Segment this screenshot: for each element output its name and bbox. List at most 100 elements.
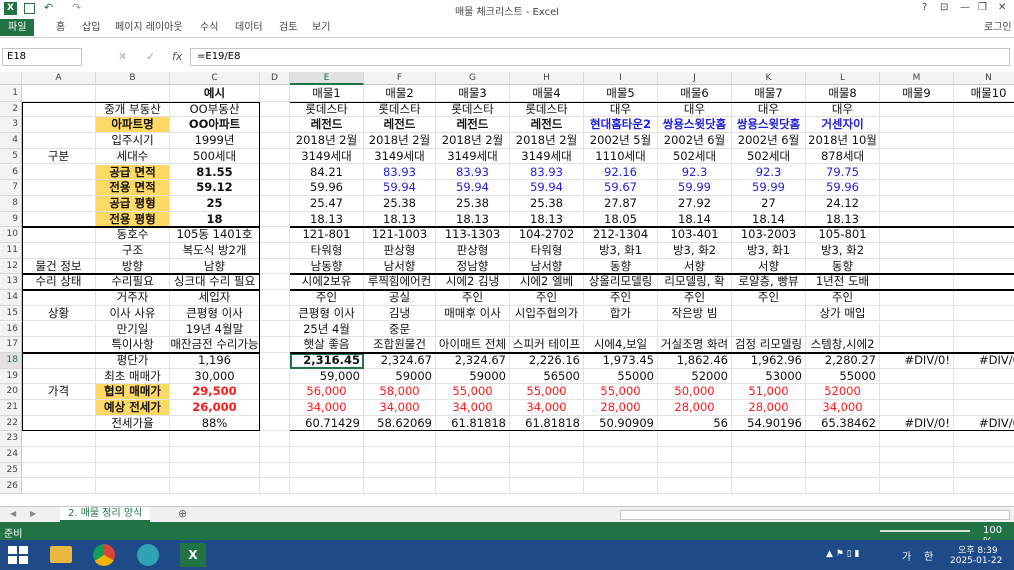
col-header-A[interactable]: A xyxy=(22,72,96,85)
tab-home[interactable]: 홈 xyxy=(56,19,65,36)
cell[interactable] xyxy=(510,462,584,479)
cell[interactable] xyxy=(880,478,954,495)
cell[interactable] xyxy=(96,447,170,463)
cell[interactable] xyxy=(954,463,1014,479)
minimize-button[interactable]: — xyxy=(960,2,970,13)
cell[interactable] xyxy=(22,447,96,463)
tray-icons[interactable]: ▲ ⚑ ▯ ▮ xyxy=(826,549,859,559)
cell[interactable] xyxy=(732,447,806,463)
cell[interactable] xyxy=(880,462,954,479)
cell[interactable] xyxy=(880,431,954,448)
file-explorer-icon[interactable] xyxy=(50,546,72,563)
property-header[interactable]: 매물3 xyxy=(436,86,510,102)
cell[interactable] xyxy=(658,462,732,479)
row-header-12[interactable]: 12 xyxy=(0,258,22,275)
cell[interactable] xyxy=(260,352,290,369)
col-header-D[interactable]: D xyxy=(260,72,290,85)
cell[interactable] xyxy=(260,180,290,196)
tab-view[interactable]: 보기 xyxy=(312,19,330,36)
col-header-C[interactable]: C xyxy=(170,72,260,85)
name-box[interactable]: E18 xyxy=(2,48,82,66)
col-header-G[interactable]: G xyxy=(436,72,510,85)
cell[interactable] xyxy=(260,321,290,338)
cell[interactable] xyxy=(260,117,290,134)
cell[interactable] xyxy=(584,431,658,448)
cell[interactable] xyxy=(954,431,1014,448)
col-header-J[interactable]: J xyxy=(658,72,732,85)
cell[interactable] xyxy=(260,462,290,479)
cell[interactable] xyxy=(954,447,1014,463)
cell[interactable] xyxy=(732,431,806,448)
property-header[interactable]: 매물8 xyxy=(806,86,880,102)
row-header-17[interactable]: 17 xyxy=(0,337,22,353)
ime-lang[interactable]: 한 xyxy=(924,548,933,563)
close-button[interactable]: ✕ xyxy=(998,2,1006,13)
cell[interactable] xyxy=(510,431,584,448)
cell[interactable] xyxy=(260,337,290,353)
property-header[interactable]: 매물2 xyxy=(364,86,436,102)
cell[interactable] xyxy=(290,447,364,463)
cell[interactable] xyxy=(584,462,658,479)
row-header-18[interactable]: 18 xyxy=(0,352,22,369)
cell[interactable] xyxy=(22,431,96,448)
cell[interactable] xyxy=(260,415,290,432)
property-header[interactable]: 매물7 xyxy=(732,86,806,102)
cell[interactable] xyxy=(658,431,732,448)
col-header-M[interactable]: M xyxy=(880,72,954,85)
cell[interactable] xyxy=(96,478,170,495)
cell[interactable] xyxy=(436,447,510,463)
property-header[interactable]: 매물10 xyxy=(954,86,1014,102)
row-header-6[interactable]: 6 xyxy=(0,164,22,181)
cell[interactable] xyxy=(806,478,880,495)
cell[interactable] xyxy=(260,478,290,495)
cell[interactable] xyxy=(22,478,96,495)
col-header-N[interactable]: N xyxy=(954,72,1014,85)
cell[interactable] xyxy=(658,447,732,463)
row-header-24[interactable]: 24 xyxy=(0,447,22,463)
cell[interactable] xyxy=(260,431,290,448)
cell[interactable] xyxy=(880,447,954,463)
cell[interactable] xyxy=(170,447,260,463)
col-header-I[interactable]: I xyxy=(584,72,658,85)
cell[interactable] xyxy=(260,305,290,322)
sheet-next-icon[interactable]: ▶ xyxy=(30,509,36,518)
row-header-26[interactable]: 26 xyxy=(0,478,22,495)
property-header[interactable]: 매물4 xyxy=(510,86,584,102)
cell[interactable] xyxy=(22,462,96,479)
ime-mode[interactable]: 가 xyxy=(902,548,911,563)
cell[interactable] xyxy=(364,478,436,495)
cell[interactable] xyxy=(260,148,290,165)
row-header-22[interactable]: 22 xyxy=(0,415,22,432)
clock-time[interactable]: 오후 8:39 xyxy=(958,543,998,556)
col-header-H[interactable]: H xyxy=(510,72,584,85)
spreadsheet-grid[interactable]: A B C D E F G H I J K L M N 1 2 3 4 5 6 7 8 9 10 11 12 13 14 15 16 17 1… xyxy=(0,72,1014,506)
cell[interactable] xyxy=(364,431,436,448)
cell[interactable] xyxy=(260,368,290,385)
enter-icon[interactable]: ✓ xyxy=(146,50,155,63)
clock-date[interactable]: 2025-01-22 xyxy=(950,556,1002,566)
cell[interactable] xyxy=(510,478,584,495)
row-header-19[interactable]: 19 xyxy=(0,368,22,385)
property-header[interactable]: 매물6 xyxy=(658,86,732,102)
cell[interactable] xyxy=(954,479,1014,495)
add-sheet-icon[interactable]: ⊕ xyxy=(178,507,187,520)
property-header[interactable]: 매물1 xyxy=(290,86,364,102)
cell[interactable] xyxy=(96,86,170,102)
row-header-7[interactable]: 7 xyxy=(0,180,22,196)
cell[interactable] xyxy=(96,462,170,479)
cell[interactable] xyxy=(436,478,510,495)
col-header-F[interactable]: F xyxy=(364,72,436,85)
cell[interactable] xyxy=(584,447,658,463)
cell[interactable] xyxy=(290,478,364,495)
function-icon[interactable]: fx xyxy=(172,50,182,63)
ribbon-display-button[interactable]: ⊡ xyxy=(940,2,948,13)
cell[interactable] xyxy=(260,86,290,102)
maximize-button[interactable]: ❐ xyxy=(978,2,987,13)
row-header-4[interactable]: 4 xyxy=(0,133,22,149)
horizontal-scrollbar[interactable] xyxy=(620,510,1010,520)
col-header-K[interactable]: K xyxy=(732,72,806,85)
col-header-E[interactable]: E xyxy=(290,72,364,85)
cell[interactable] xyxy=(260,164,290,181)
cell[interactable] xyxy=(260,258,290,275)
property-header[interactable]: 매물9 xyxy=(880,86,954,102)
